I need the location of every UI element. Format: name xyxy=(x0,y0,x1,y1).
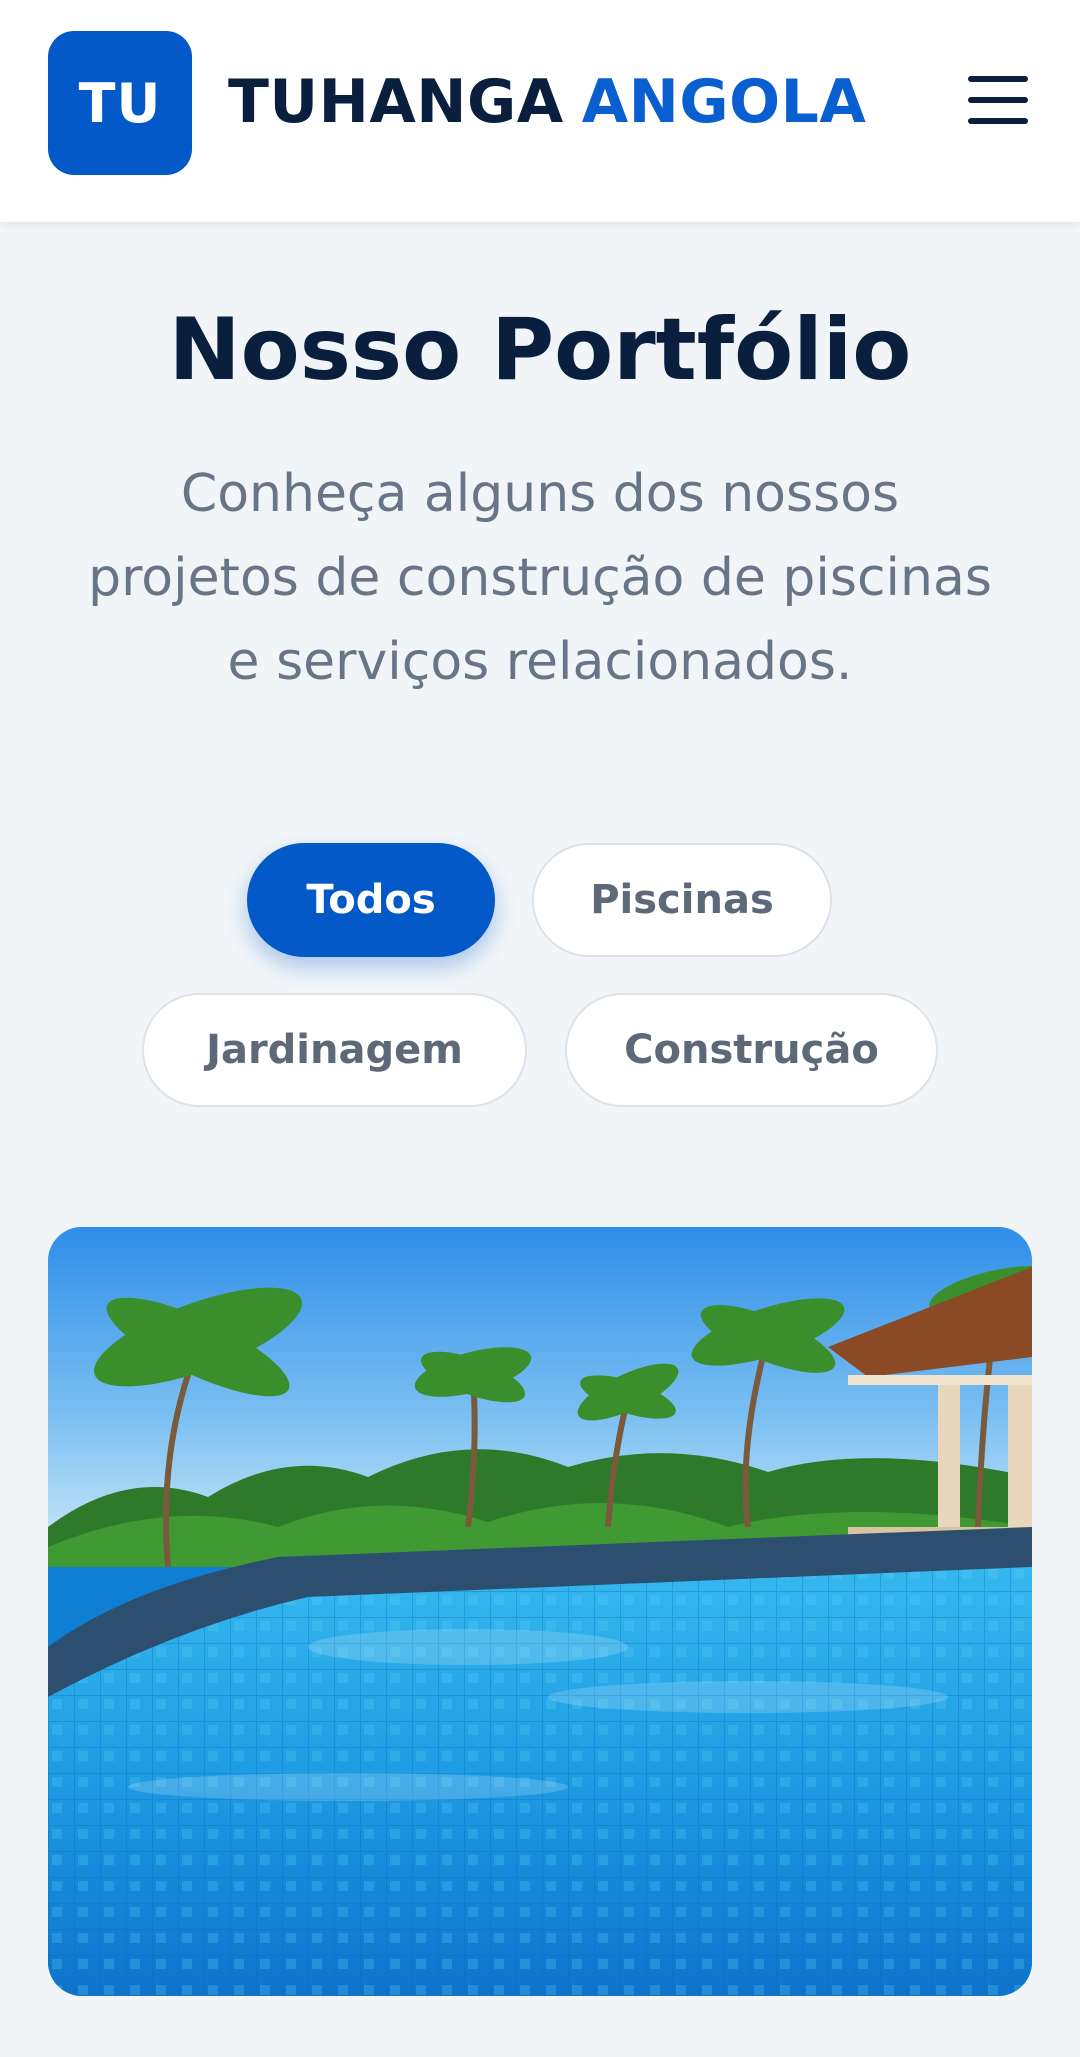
brand-name[interactable]: TUHANGA ANGOLA xyxy=(228,62,866,142)
filter-label: Jardinagem xyxy=(206,1027,463,1073)
filter-label: Piscinas xyxy=(590,877,774,923)
filter-construcao[interactable]: Construção xyxy=(565,993,938,1107)
filter-label: Construção xyxy=(624,1027,879,1073)
brand-primary: TUHANGA xyxy=(228,67,564,137)
portfolio-item-card[interactable] xyxy=(48,1227,1032,1996)
filter-label: Todos xyxy=(306,877,436,923)
logo-badge[interactable]: TU xyxy=(48,31,192,175)
site-header: TU TUHANGA ANGOLA xyxy=(0,0,1080,222)
menu-bar xyxy=(968,118,1028,124)
filter-todos[interactable]: Todos xyxy=(247,843,495,957)
brand-accent: ANGOLA xyxy=(581,67,867,137)
filter-piscinas[interactable]: Piscinas xyxy=(532,843,832,957)
page-subtitle: Conheça alguns dos nossos projetos de co… xyxy=(88,464,992,692)
menu-bar xyxy=(968,76,1028,82)
hamburger-menu-icon[interactable] xyxy=(964,70,1032,130)
filter-jardinagem[interactable]: Jardinagem xyxy=(142,993,527,1107)
menu-bar xyxy=(968,97,1028,103)
logo-initials: TU xyxy=(78,71,162,135)
page-title: Nosso Portfólio xyxy=(168,300,912,400)
pool-photo xyxy=(48,1227,1032,1996)
